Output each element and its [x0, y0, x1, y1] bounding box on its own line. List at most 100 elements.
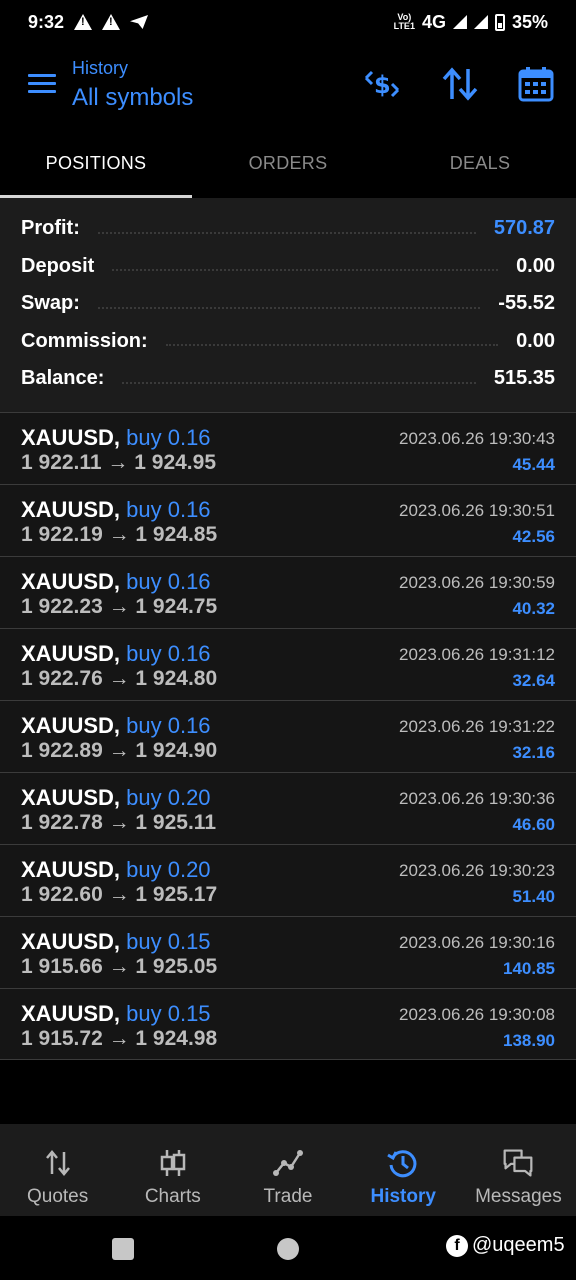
deposit-label: Deposit	[21, 254, 95, 277]
position-time: 2023.06.26 19:30:16	[399, 933, 555, 952]
summary-row-profit: Profit: 570.87	[0, 210, 576, 248]
system-nav-bar: f @uqeem5	[0, 1216, 576, 1280]
position-row[interactable]: XAUUSD, buy 0.16 1 922.19 → 1 924.85 202…	[0, 484, 576, 556]
position-time: 2023.06.26 19:31:22	[399, 717, 555, 736]
profit-value: 570.87	[493, 217, 555, 240]
tab-deals[interactable]: DEALS	[384, 130, 576, 198]
status-bar: 9:32 Vo)LTE1 4G 35%	[0, 0, 576, 44]
position-prices: 1 922.60 → 1 925.17	[21, 883, 218, 906]
position-row[interactable]: XAUUSD, buy 0.15 1 915.66 → 1 925.05 202…	[0, 916, 576, 988]
position-time: 2023.06.26 19:30:51	[399, 501, 555, 520]
position-symbol: XAUUSD,	[21, 785, 121, 810]
position-time: 2023.06.26 19:30:08	[399, 1005, 555, 1024]
nav-label: Charts	[144, 1186, 201, 1207]
position-time: 2023.06.26 19:30:59	[399, 573, 555, 592]
position-row[interactable]: XAUUSD, buy 0.20 1 922.78 → 1 925.11 202…	[0, 772, 576, 844]
position-title: XAUUSD, buy 0.15	[21, 1001, 211, 1027]
position-prices: 1 922.89 → 1 924.90	[21, 739, 218, 762]
header-subtitle: History	[72, 58, 129, 78]
signal-icon	[473, 15, 488, 29]
nav-history[interactable]: History	[346, 1124, 461, 1216]
commission-label: Commission:	[21, 329, 148, 352]
position-side: buy 0.16	[126, 713, 211, 738]
position-profit: 40.32	[512, 599, 555, 618]
position-symbol: XAUUSD,	[21, 1001, 121, 1026]
position-prices: 1 915.66 → 1 925.05	[21, 955, 218, 978]
position-side: buy 0.15	[126, 929, 211, 954]
position-profit: 32.16	[512, 743, 555, 762]
watermark: f @uqeem5	[446, 1234, 565, 1257]
warning-icon	[102, 14, 121, 30]
nav-trade[interactable]: Trade	[230, 1124, 345, 1216]
messages-icon	[502, 1148, 534, 1178]
position-title: XAUUSD, buy 0.20	[21, 857, 211, 883]
status-time: 9:32	[28, 11, 65, 32]
position-profit: 42.56	[512, 527, 555, 546]
svg-text:$: $	[374, 71, 391, 99]
dotted-leader	[122, 381, 476, 384]
signal-icon	[452, 15, 467, 29]
position-prices: 1 922.23 → 1 924.75	[21, 595, 218, 618]
position-side: buy 0.20	[126, 857, 211, 882]
position-row[interactable]: XAUUSD, buy 0.16 1 922.76 → 1 924.80 202…	[0, 628, 576, 700]
position-profit: 138.90	[503, 1031, 555, 1050]
position-time: 2023.06.26 19:31:12	[399, 645, 555, 664]
position-profit: 32.64	[512, 671, 555, 690]
position-row[interactable]: XAUUSD, buy 0.20 1 922.60 → 1 925.17 202…	[0, 844, 576, 916]
position-symbol: XAUUSD,	[21, 929, 121, 954]
nav-label: History	[370, 1186, 436, 1207]
position-title: XAUUSD, buy 0.20	[21, 785, 211, 811]
position-title: XAUUSD, buy 0.16	[21, 425, 211, 451]
battery-icon	[494, 13, 505, 31]
charts-icon	[157, 1148, 189, 1178]
dotted-leader	[97, 306, 481, 309]
commission-value: 0.00	[516, 329, 555, 352]
position-symbol: XAUUSD,	[21, 641, 121, 666]
position-side: buy 0.16	[126, 425, 211, 450]
currency-exchange-icon[interactable]: $	[362, 64, 402, 104]
dotted-leader	[112, 269, 499, 272]
nav-messages[interactable]: Messages	[461, 1124, 576, 1216]
position-row[interactable]: XAUUSD, buy 0.15 1 915.72 → 1 924.98 202…	[0, 988, 576, 1060]
nav-quotes[interactable]: Quotes	[0, 1124, 115, 1216]
balance-value: 515.35	[493, 367, 555, 390]
recents-button[interactable]	[112, 1238, 134, 1260]
position-prices: 1 922.78 → 1 925.11	[21, 811, 216, 834]
summary-row-swap: Swap: -55.52	[0, 285, 576, 323]
position-prices: 1 915.72 → 1 924.98	[21, 1027, 218, 1050]
summary-row-balance: Balance: 515.35	[0, 360, 576, 398]
position-row[interactable]: XAUUSD, buy 0.16 1 922.11 → 1 924.95 202…	[0, 412, 576, 484]
dotted-leader	[165, 344, 499, 347]
telegram-icon	[130, 15, 149, 29]
swap-label: Swap:	[21, 292, 80, 315]
position-row[interactable]: XAUUSD, buy 0.16 1 922.89 → 1 924.90 202…	[0, 700, 576, 772]
position-profit: 140.85	[503, 959, 555, 978]
positions-list: XAUUSD, buy 0.16 1 922.11 → 1 924.95 202…	[0, 412, 576, 1060]
home-button[interactable]	[277, 1238, 299, 1260]
menu-icon[interactable]	[28, 74, 56, 94]
position-title: XAUUSD, buy 0.16	[21, 641, 211, 667]
symbol-filter[interactable]: All symbols	[72, 84, 193, 112]
tab-positions[interactable]: POSITIONS	[0, 130, 192, 198]
facebook-icon: f	[446, 1234, 468, 1257]
position-profit: 51.40	[512, 887, 555, 906]
summary-row-deposit: Deposit 0.00	[0, 248, 576, 286]
nav-label: Trade	[263, 1186, 313, 1207]
app-header: History All symbols $	[0, 44, 576, 130]
nav-charts[interactable]: Charts	[115, 1124, 230, 1216]
quotes-icon	[42, 1148, 74, 1178]
position-profit: 45.44	[512, 455, 555, 474]
position-symbol: XAUUSD,	[21, 425, 121, 450]
bottom-nav: Quotes Charts Trade History Messages	[0, 1124, 576, 1216]
sort-icon[interactable]	[440, 64, 480, 104]
position-symbol: XAUUSD,	[21, 857, 121, 882]
position-row[interactable]: XAUUSD, buy 0.16 1 922.23 → 1 924.75 202…	[0, 556, 576, 628]
profit-label: Profit:	[21, 217, 80, 240]
dotted-leader	[97, 231, 476, 234]
position-prices: 1 922.11 → 1 924.95	[21, 451, 216, 474]
tab-orders[interactable]: ORDERS	[192, 130, 384, 198]
position-symbol: XAUUSD,	[21, 497, 121, 522]
nav-label: Quotes	[26, 1186, 89, 1207]
balance-label: Balance:	[21, 367, 105, 390]
calendar-icon[interactable]	[516, 64, 556, 104]
